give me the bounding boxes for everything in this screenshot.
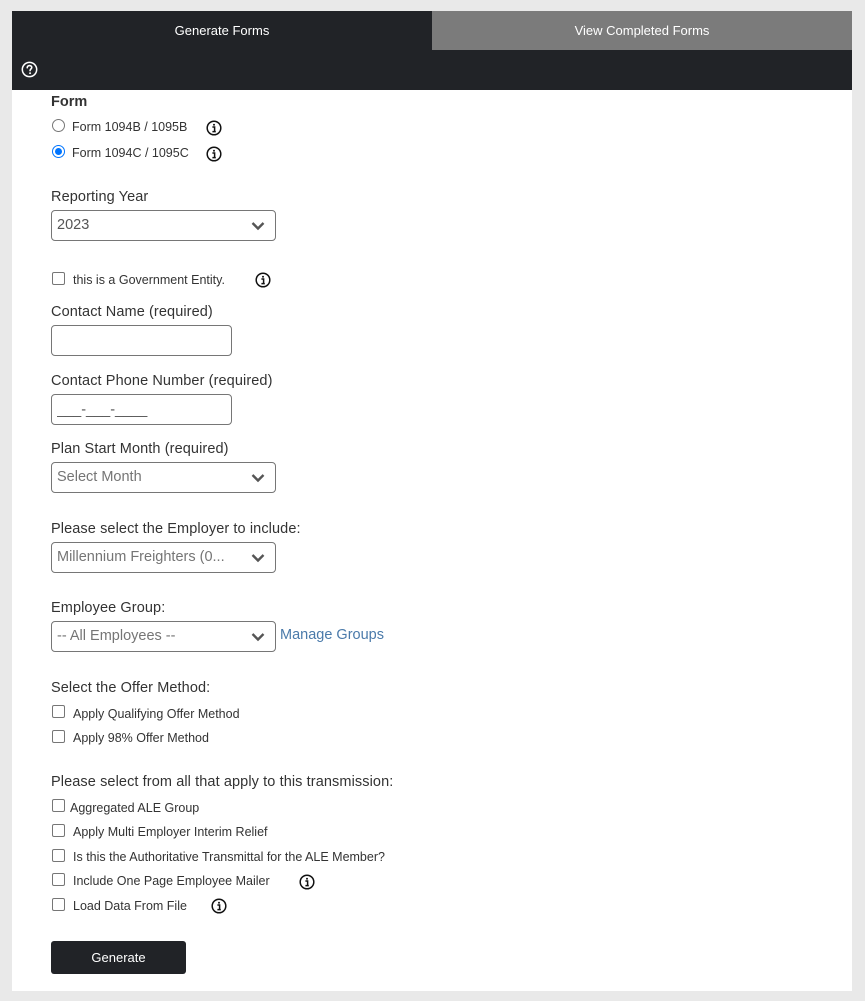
authoritative-transmittal-checkbox[interactable] [52,849,65,862]
ninety-eight-percent-label: Apply 98% Offer Method [73,731,209,745]
qualifying-offer-label: Apply Qualifying Offer Method [73,707,240,721]
contact-phone-input[interactable] [51,394,232,425]
chevron-down-icon [251,222,265,231]
radio-form-1094c[interactable] [52,145,65,158]
offer-method-label: Select the Offer Method: [51,680,211,696]
tab-bar: Generate Forms View Completed Forms [12,11,852,50]
toolbar [12,50,852,90]
employee-mailer-checkbox[interactable] [52,873,65,886]
help-icon[interactable] [21,61,38,78]
ninety-eight-percent-checkbox[interactable] [52,730,65,743]
radio-form-1094b[interactable] [52,119,65,132]
load-data-label: Load Data From File [73,899,187,913]
government-entity-checkbox[interactable] [52,272,65,285]
aggregated-ale-checkbox[interactable] [52,799,65,812]
employer-label: Please select the Employer to include: [51,521,301,537]
tab-generate-forms[interactable]: Generate Forms [12,11,432,50]
employee-group-value: -- All Employees -- [57,628,176,644]
plan-start-month-label: Plan Start Month (required) [51,441,229,457]
government-entity-label: this is a Government Entity. [73,273,225,287]
info-icon[interactable] [299,874,315,890]
plan-start-month-select[interactable]: Select Month [51,462,276,493]
chevron-down-icon [251,474,265,483]
info-icon[interactable] [255,272,271,288]
generate-button[interactable]: Generate [51,941,186,974]
employer-value: Millennium Freighters (0... [57,549,225,565]
radio-label-form-1094c: Form 1094C / 1095C [72,146,189,160]
authoritative-transmittal-label: Is this the Authoritative Transmittal fo… [73,850,385,864]
reporting-year-select[interactable]: 2023 [51,210,276,241]
tab-view-completed-forms[interactable]: View Completed Forms [432,11,852,50]
chevron-down-icon [251,633,265,642]
info-icon[interactable] [211,898,227,914]
reporting-year-label: Reporting Year [51,189,149,205]
contact-phone-label: Contact Phone Number (required) [51,373,273,389]
multi-employer-relief-checkbox[interactable] [52,824,65,837]
info-icon[interactable] [206,146,222,162]
multi-employer-relief-label: Apply Multi Employer Interim Relief [73,825,268,839]
employer-select[interactable]: Millennium Freighters (0... [51,542,276,573]
reporting-year-value: 2023 [57,217,90,233]
manage-groups-link[interactable]: Manage Groups [280,627,384,643]
chevron-down-icon [251,554,265,563]
contact-name-input[interactable] [51,325,232,356]
employee-group-select[interactable]: -- All Employees -- [51,621,276,652]
qualifying-offer-checkbox[interactable] [52,705,65,718]
employee-group-label: Employee Group: [51,600,166,616]
form-label: Form [51,94,88,110]
main-panel: Generate Forms View Completed Forms Form… [12,11,852,991]
aggregated-ale-label: Aggregated ALE Group [70,801,200,815]
info-icon[interactable] [206,120,222,136]
contact-name-label: Contact Name (required) [51,304,213,320]
transmission-label: Please select from all that apply to thi… [51,774,394,790]
employee-mailer-label: Include One Page Employee Mailer [73,874,270,888]
radio-label-form-1094b: Form 1094B / 1095B [72,120,188,134]
load-data-checkbox[interactable] [52,898,65,911]
plan-start-month-value: Select Month [57,469,142,485]
